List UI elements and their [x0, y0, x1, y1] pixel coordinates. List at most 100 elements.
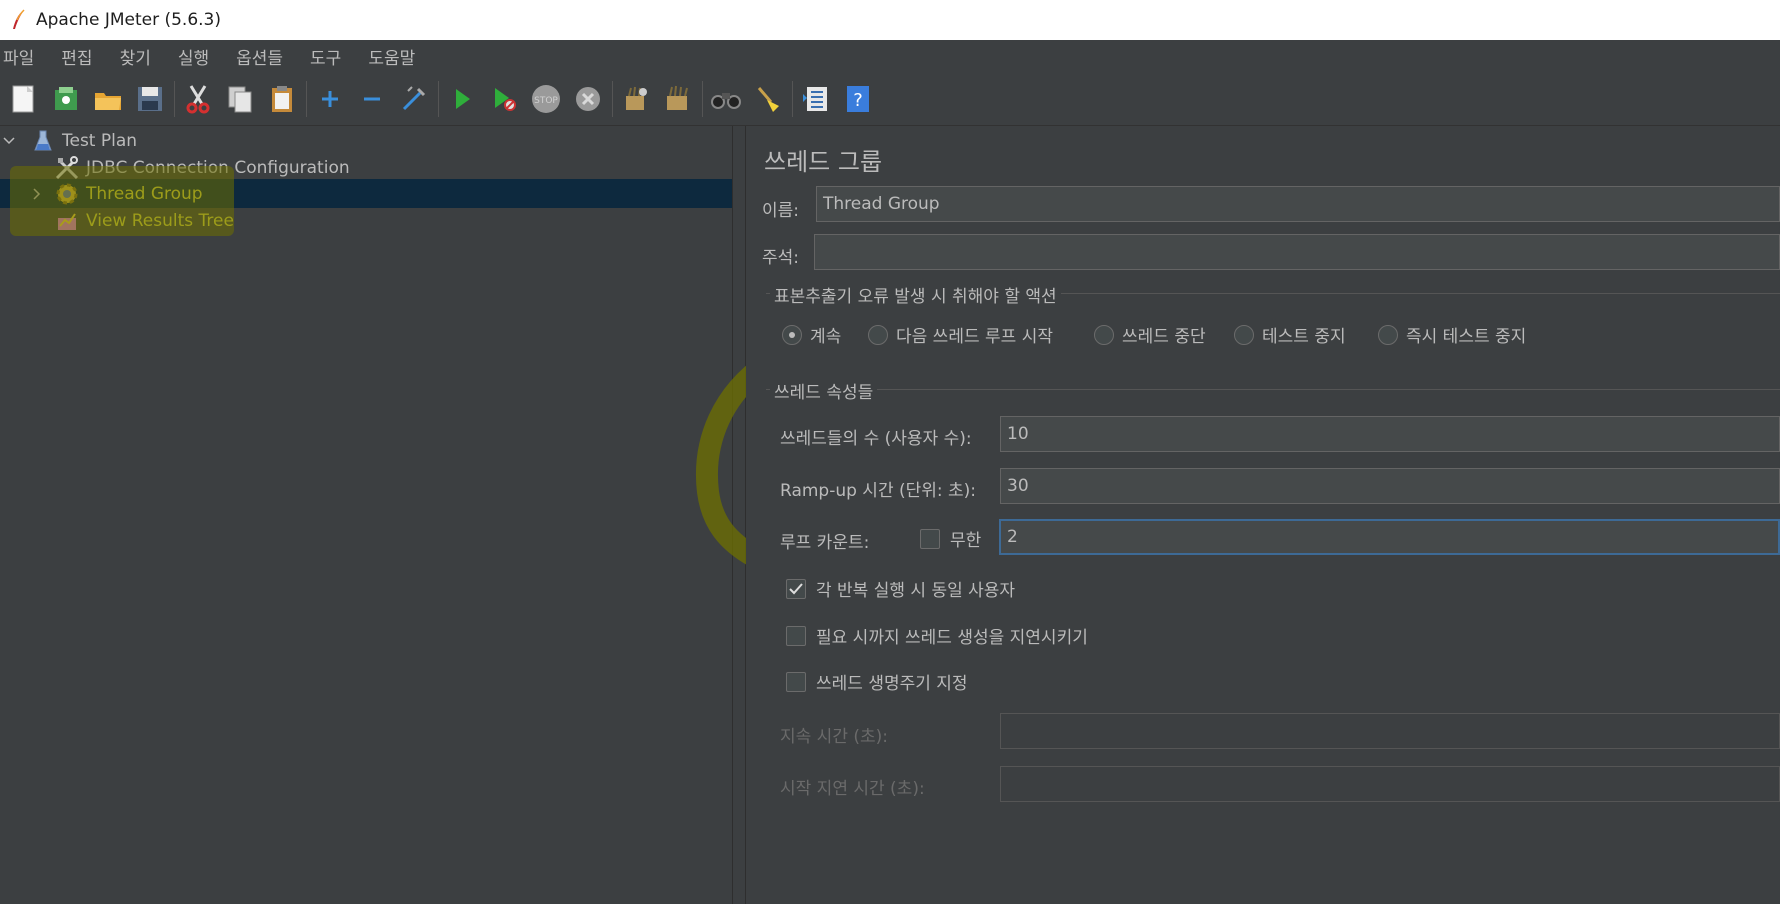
menu-options[interactable]: 옵션들 — [233, 44, 283, 69]
expand-icon[interactable] — [312, 81, 348, 117]
radio-label: 다음 쓰레드 루프 시작 — [896, 327, 1053, 347]
chart-icon — [54, 208, 80, 234]
gear-icon — [54, 181, 80, 207]
open-icon[interactable] — [90, 81, 126, 117]
split-pane-divider[interactable] — [732, 126, 746, 904]
tree-item-thread-group[interactable]: Thread Group — [0, 179, 732, 208]
checkbox-box — [786, 671, 806, 692]
radio-circle — [1378, 324, 1398, 345]
tree-item-label: View Results Tree — [86, 210, 234, 231]
chevron-right-icon[interactable] — [30, 187, 44, 201]
reset-search-icon[interactable] — [750, 81, 786, 117]
search-icon[interactable] — [708, 81, 744, 117]
save-icon[interactable] — [132, 81, 168, 117]
thread-group-panel: 쓰레드 그룹 이름: Thread Group 주석: 표본추출기 오류 발생 … — [746, 126, 1780, 904]
jmeter-feather-icon — [13, 9, 25, 29]
radio-circle — [868, 324, 888, 345]
checkmark-icon — [789, 582, 803, 594]
stop-icon[interactable]: STOP — [528, 81, 564, 117]
clear-all-icon[interactable] — [660, 81, 696, 117]
radio-label: 즉시 테스트 중지 — [1406, 327, 1527, 347]
svg-text:STOP: STOP — [534, 96, 558, 106]
tree-item-label: Thread Group — [86, 183, 203, 204]
chevron-down-icon[interactable] — [2, 134, 16, 148]
tree-item-test-plan[interactable]: Test Plan — [0, 126, 732, 155]
toolbar-separator — [306, 80, 307, 117]
toggle-icon[interactable] — [396, 81, 432, 117]
radio-label: 테스트 중지 — [1262, 327, 1346, 347]
collapse-icon[interactable] — [354, 81, 390, 117]
menu-run[interactable]: 실행 — [175, 44, 209, 69]
name-label: 이름: — [762, 201, 800, 221]
copy-icon[interactable] — [222, 81, 258, 117]
group-border — [766, 389, 1780, 390]
checkbox-box — [786, 625, 806, 646]
checkbox-box — [920, 528, 940, 549]
name-field[interactable]: Thread Group — [816, 186, 1780, 222]
toolbar-separator — [174, 80, 175, 117]
radio-circle — [1234, 324, 1254, 345]
rampup-field[interactable]: 30 — [1000, 468, 1780, 504]
menu-file[interactable]: 파일 — [0, 44, 34, 69]
radio-stop-test-now[interactable]: 즉시 테스트 중지 — [1378, 322, 1526, 347]
title-bar: Apache JMeter (5.6.3) — [0, 0, 1780, 40]
flask-icon — [30, 128, 56, 154]
menu-tools[interactable]: 도구 — [307, 44, 341, 69]
clear-icon[interactable] — [618, 81, 654, 117]
radio-dot — [789, 331, 795, 338]
menu-bar: 파일 편집 찾기 실행 옵션들 도구 도움말 — [0, 40, 1780, 72]
page-title: 쓰레드 그룹 — [764, 148, 883, 176]
toolbar-separator — [702, 80, 703, 117]
help-icon[interactable]: ? — [840, 81, 876, 117]
menu-help[interactable]: 도움말 — [365, 44, 415, 69]
checkbox-label: 쓰레드 생명주기 지정 — [816, 674, 968, 694]
loop-count-field[interactable]: 2 — [999, 519, 1780, 555]
shutdown-icon[interactable] — [570, 81, 606, 117]
comment-label: 주석: — [762, 248, 800, 268]
duration-field[interactable] — [1000, 713, 1780, 749]
specify-lifetime-checkbox[interactable]: 쓰레드 생명주기 지정 — [786, 669, 968, 694]
tree-item-label: Test Plan — [62, 130, 138, 151]
radio-stop-thread[interactable]: 쓰레드 중단 — [1094, 322, 1206, 347]
svg-text:?: ? — [853, 90, 863, 111]
radio-label: 계속 — [810, 327, 842, 347]
new-icon[interactable] — [6, 81, 42, 117]
startup-delay-label: 시작 지연 시간 (초): — [780, 779, 925, 799]
delay-thread-creation-checkbox[interactable]: 필요 시까지 쓰레드 생성을 지연시키기 — [786, 623, 1088, 648]
tree-item-jdbc-connection-configuration[interactable]: JDBC Connection Configuration — [0, 153, 732, 182]
same-user-checkbox[interactable]: 각 반복 실행 시 동일 사용자 — [786, 576, 1015, 601]
window-title: Apache JMeter (5.6.3) — [36, 10, 221, 30]
checkbox-label: 각 반복 실행 시 동일 사용자 — [816, 581, 1016, 601]
radio-label: 쓰레드 중단 — [1122, 327, 1206, 347]
comment-field[interactable] — [814, 234, 1780, 270]
start-no-pause-icon[interactable] — [486, 81, 522, 117]
checkbox-label: 필요 시까지 쓰레드 생성을 지연시키기 — [816, 628, 1088, 648]
radio-circle — [782, 324, 802, 345]
tree-item-label: JDBC Connection Configuration — [86, 157, 350, 178]
menu-search[interactable]: 찾기 — [117, 44, 151, 69]
sampler-error-group-title: 표본추출기 오류 발생 시 취해야 할 액션 — [770, 282, 1061, 307]
cut-icon[interactable] — [180, 81, 216, 117]
radio-start-next-loop[interactable]: 다음 쓰레드 루프 시작 — [868, 322, 1053, 347]
infinite-checkbox[interactable]: 무한 — [920, 526, 981, 551]
threads-field[interactable]: 10 — [1000, 416, 1780, 452]
tools-icon — [54, 155, 80, 181]
paste-icon[interactable] — [264, 81, 300, 117]
radio-circle — [1094, 324, 1114, 345]
radio-continue[interactable]: 계속 — [782, 322, 841, 347]
test-plan-tree: Test Plan JDBC Connection Configuration … — [0, 126, 732, 904]
menu-edit[interactable]: 편집 — [58, 44, 92, 69]
function-helper-icon[interactable] — [798, 81, 834, 117]
start-icon[interactable] — [444, 81, 480, 117]
templates-icon[interactable] — [48, 81, 84, 117]
loop-count-label: 루프 카운트: — [780, 533, 870, 553]
rampup-label: Ramp-up 시간 (단위: 초): — [780, 481, 977, 501]
tree-item-view-results-tree[interactable]: View Results Tree — [0, 206, 732, 235]
startup-delay-field[interactable] — [1000, 766, 1780, 802]
toolbar: STOP ? — [0, 72, 1780, 126]
toolbar-separator — [438, 80, 439, 117]
checkbox-box — [786, 578, 806, 599]
toolbar-separator — [792, 80, 793, 117]
toolbar-separator — [612, 80, 613, 117]
radio-stop-test[interactable]: 테스트 중지 — [1234, 322, 1346, 347]
